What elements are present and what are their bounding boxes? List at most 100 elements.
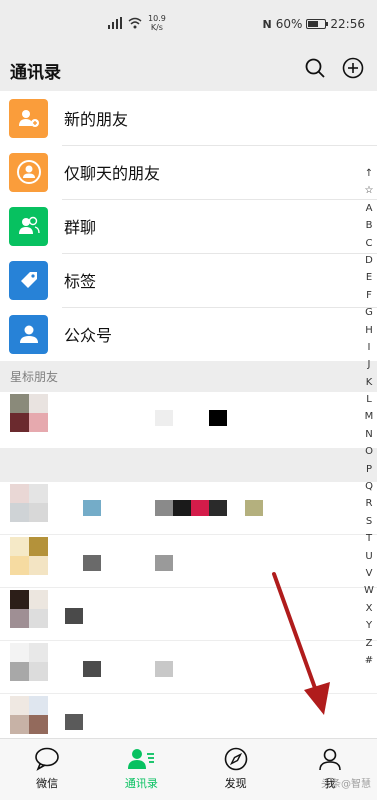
avatar — [10, 590, 48, 628]
tag-icon — [9, 260, 48, 300]
index-letter[interactable]: R — [361, 495, 377, 512]
index-letter[interactable]: # — [361, 652, 377, 669]
compass-icon — [224, 747, 247, 771]
index-letter[interactable]: H — [361, 322, 377, 339]
nfc-icon: N — [262, 17, 272, 31]
index-letter[interactable]: D — [361, 252, 377, 269]
menu-label: 群聊 — [64, 218, 97, 237]
network-speed: 10.9 K/s — [148, 14, 166, 32]
index-letter[interactable]: Q — [361, 478, 377, 495]
network-speed-value: 10.9 — [148, 14, 166, 23]
pixelated-name — [191, 500, 209, 516]
battery-icon — [306, 19, 329, 29]
network-speed-unit: K/s — [150, 23, 163, 32]
index-letter[interactable]: G — [361, 304, 377, 321]
index-letter[interactable]: Z — [361, 635, 377, 652]
index-letter[interactable]: S — [361, 513, 377, 530]
pixelated-name — [209, 500, 227, 516]
pixelated-name — [173, 500, 191, 516]
pixelated-name — [155, 555, 173, 571]
index-letter[interactable]: N — [361, 426, 377, 443]
status-right: N 60% 22:56 — [263, 17, 365, 31]
index-letter[interactable]: ↑ — [361, 165, 377, 182]
menu-label: 公众号 — [64, 326, 113, 345]
clock: 22:56 — [330, 17, 365, 31]
pixelated-name — [155, 661, 173, 677]
person-icon — [319, 748, 341, 771]
avatar — [10, 484, 48, 522]
app-header: 通讯录 — [0, 46, 377, 91]
avatar — [10, 643, 48, 681]
add-friend-icon — [9, 98, 48, 138]
index-letter[interactable]: F — [361, 287, 377, 304]
plus-circle-icon — [342, 57, 364, 79]
index-letter[interactable]: B — [361, 217, 377, 234]
contact-row[interactable] — [0, 535, 377, 587]
index-letter[interactable]: T — [361, 530, 377, 547]
tab-discover[interactable]: 发现 — [189, 739, 283, 800]
status-bar: 10.9 K/s N 60% 22:56 — [0, 0, 377, 46]
contact-row[interactable] — [0, 392, 377, 448]
menu-chat-only-friends[interactable]: 仅聊天的朋友 — [0, 145, 377, 199]
index-letter[interactable]: E — [361, 269, 377, 286]
index-letter[interactable]: I — [361, 339, 377, 356]
tab-chats[interactable]: 微信 — [0, 739, 94, 800]
index-letter[interactable]: X — [361, 600, 377, 617]
menu-group-chats[interactable]: 群聊 — [0, 199, 377, 253]
contacts-icon — [128, 749, 155, 769]
tab-label: 微信 — [36, 777, 59, 790]
pixelated-name — [83, 555, 101, 571]
avatar — [10, 394, 48, 432]
avatar — [10, 537, 48, 575]
avatar — [10, 696, 48, 734]
menu-label: 新的朋友 — [64, 110, 129, 129]
index-letter[interactable]: U — [361, 548, 377, 565]
index-letter[interactable]: W — [361, 582, 377, 599]
index-letter[interactable]: Y — [361, 617, 377, 634]
chat-bubble-icon — [35, 747, 59, 771]
starred-friends-header: 星标朋友 — [0, 362, 377, 392]
index-letter[interactable]: V — [361, 565, 377, 582]
index-letter[interactable]: ☆ — [361, 182, 377, 199]
contact-row[interactable] — [0, 482, 377, 534]
index-letter[interactable]: K — [361, 374, 377, 391]
watermark: 头条@智慧 — [321, 779, 371, 790]
index-letter[interactable]: C — [361, 235, 377, 252]
tab-label: 发现 — [224, 777, 247, 790]
menu-tags[interactable]: 标签 — [0, 253, 377, 307]
pixelated-name — [83, 661, 101, 677]
contact-row[interactable] — [0, 694, 377, 738]
menu-official-accounts[interactable]: 公众号 — [0, 307, 377, 361]
menu-label: 仅聊天的朋友 — [64, 164, 161, 183]
contact-row[interactable] — [0, 641, 377, 693]
status-left: 10.9 K/s — [108, 14, 166, 32]
add-button[interactable] — [339, 54, 367, 82]
contacts-menu: 新的朋友 仅聊天的朋友 群聊 标签 公众号 — [0, 91, 377, 361]
tab-bar: 微信 通讯录 发现 我 头条@智慧 — [0, 738, 377, 800]
index-letter[interactable]: P — [361, 461, 377, 478]
contact-row[interactable] — [0, 588, 377, 640]
pixelated-name — [209, 410, 227, 426]
battery-percent: 60% — [275, 17, 303, 31]
official-account-icon — [9, 314, 48, 354]
index-letter[interactable]: O — [361, 443, 377, 460]
index-letter[interactable]: L — [361, 391, 377, 408]
tab-label: 通讯录 — [124, 777, 158, 790]
tab-contacts[interactable]: 通讯录 — [94, 739, 188, 800]
pixelated-name — [155, 410, 173, 426]
search-button[interactable] — [301, 54, 329, 82]
wifi-icon — [128, 17, 142, 29]
index-letter[interactable]: M — [361, 408, 377, 425]
chat-only-friend-icon — [9, 152, 48, 192]
pixelated-name — [83, 500, 101, 516]
pixelated-name — [245, 500, 263, 516]
menu-label: 标签 — [64, 272, 97, 291]
search-icon — [305, 58, 325, 78]
index-letter[interactable]: J — [361, 356, 377, 373]
group-chat-icon — [9, 206, 48, 246]
index-letter[interactable]: A — [361, 200, 377, 217]
pixelated-name — [65, 714, 83, 730]
menu-new-friends[interactable]: 新的朋友 — [0, 91, 377, 145]
alphabet-index[interactable]: ↑ ☆ A B C D E F G H I J K L M N O P Q R S T U V W X Y Z # — [361, 165, 377, 669]
tab-me[interactable]: 我 — [283, 739, 377, 800]
